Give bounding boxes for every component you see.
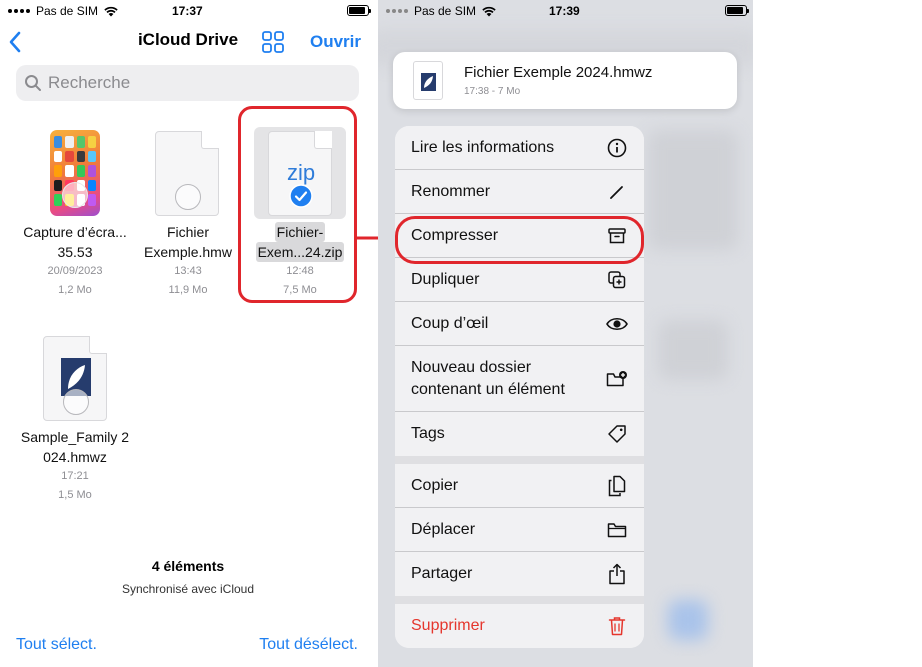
info-icon: [606, 137, 628, 159]
menu-item-label: Copier: [411, 476, 459, 494]
search-icon: [25, 75, 41, 91]
file-item-fichier-exemple[interactable]: Fichier Exemple.hmw 13:43 11,9 Mo: [133, 222, 243, 300]
pencil-icon: [606, 181, 628, 203]
folder-plus-icon: [606, 368, 628, 390]
hmwz-thumbnail[interactable]: [43, 336, 107, 421]
file-title: Fichier Exemple 2024.hmwz: [464, 64, 653, 81]
file-preview-card: Fichier Exemple 2024.hmwz 17:38 - 7 Mo: [393, 52, 737, 109]
sync-status: Synchronisé avec iCloud: [121, 582, 255, 596]
item-count: 4 éléments: [151, 558, 225, 574]
menu-item-copy[interactable]: Copier: [395, 464, 644, 508]
menu-item-label: Lire les informations: [411, 138, 555, 156]
menu-item-tags[interactable]: Tags: [395, 412, 644, 456]
file-name: Fichier Exemple.hmw: [144, 224, 232, 260]
status-bar-left: Pas de SIM: [8, 0, 118, 22]
file-thumbnail: [413, 61, 443, 100]
highlight-box-zip: [238, 106, 357, 303]
file-name: Sample_Family 2024.hmwz: [20, 429, 130, 465]
status-time: 17:39: [549, 4, 580, 18]
file-date: 17:21: [61, 470, 89, 482]
tag-icon: [606, 423, 628, 445]
menu-item-move[interactable]: Déplacer: [395, 508, 644, 552]
signal-icon: [386, 9, 408, 13]
file-date: 13:43: [174, 265, 202, 277]
menu-item-new-folder[interactable]: Nouveau dossier contenant un élément: [395, 346, 644, 412]
deselect-all-button[interactable]: Tout désélect.: [259, 636, 358, 654]
select-all-button[interactable]: Tout sélect.: [16, 636, 97, 654]
highlight-box-compress: [395, 216, 644, 264]
document-thumbnail[interactable]: [155, 131, 219, 216]
menu-item-info[interactable]: Lire les informations: [395, 126, 644, 170]
battery-icon: [725, 5, 749, 16]
menu-item-share[interactable]: Partager: [395, 552, 644, 596]
trash-icon: [606, 615, 628, 637]
context-menu: Lire les informations Renommer Compresse…: [395, 126, 644, 648]
open-button[interactable]: Ouvrir: [310, 32, 361, 52]
file-name: Capture d’écra...35.53: [23, 224, 127, 260]
file-size: 1,2 Mo: [58, 284, 92, 296]
file-subtitle: 17:38 - 7 Mo: [464, 86, 521, 97]
leaf-logo-icon: [421, 73, 436, 91]
signal-icon: [8, 9, 30, 13]
status-time: 17:37: [172, 4, 203, 18]
search-input[interactable]: Recherche: [16, 65, 359, 101]
file-item-screenshot[interactable]: Capture d’écra...35.53 20/09/2023 1,2 Mo: [20, 222, 130, 300]
menu-item-label: Déplacer: [411, 520, 476, 538]
grid-view-icon[interactable]: [262, 31, 284, 53]
file-date: 20/09/2023: [47, 265, 103, 277]
menu-separator: [395, 456, 644, 464]
menu-item-rename[interactable]: Renommer: [395, 170, 644, 214]
carrier-label: Pas de SIM: [414, 4, 477, 18]
menu-item-label: Renommer: [411, 182, 491, 200]
menu-item-quicklook[interactable]: Coup d’œil: [395, 302, 644, 346]
battery-icon: [347, 5, 371, 16]
menu-separator: [395, 596, 644, 604]
menu-item-label: Partager: [411, 565, 473, 582]
context-menu-screen: Pas de SIM 17:39 Fichier Exemple 2024.hm…: [378, 0, 753, 667]
blank-margin: [753, 0, 922, 667]
menu-item-label-line2: contenant un élément: [411, 380, 565, 398]
search-placeholder: Recherche: [48, 73, 131, 92]
wifi-icon: [482, 6, 496, 16]
folder-icon: [606, 519, 628, 541]
file-size: 1,5 Mo: [58, 489, 92, 501]
copy-icon: [606, 475, 628, 497]
menu-item-label: Tags: [411, 425, 445, 442]
menu-item-label: Coup d’œil: [411, 314, 489, 332]
menu-item-label: Supprimer: [411, 617, 485, 634]
menu-item-label: Dupliquer: [411, 270, 480, 288]
menu-item-label-line1: Nouveau dossier: [411, 358, 532, 376]
status-bar-right: Pas de SIM: [386, 0, 496, 22]
file-size: 11,9 Mo: [168, 284, 208, 296]
files-browser-screen: Pas de SIM 17:37 iCloud Drive Ouvrir Rec…: [0, 0, 376, 667]
file-item-sample-family[interactable]: Sample_Family 2024.hmwz 17:21 1,5 Mo: [20, 427, 130, 505]
menu-item-duplicate[interactable]: Dupliquer: [395, 258, 644, 302]
carrier-label: Pas de SIM: [36, 4, 99, 18]
share-icon: [606, 563, 628, 585]
duplicate-icon: [606, 269, 628, 291]
wifi-icon: [104, 6, 118, 16]
menu-item-delete[interactable]: Supprimer: [395, 604, 644, 648]
screenshot-thumbnail[interactable]: [50, 130, 100, 216]
eye-icon: [606, 313, 628, 335]
